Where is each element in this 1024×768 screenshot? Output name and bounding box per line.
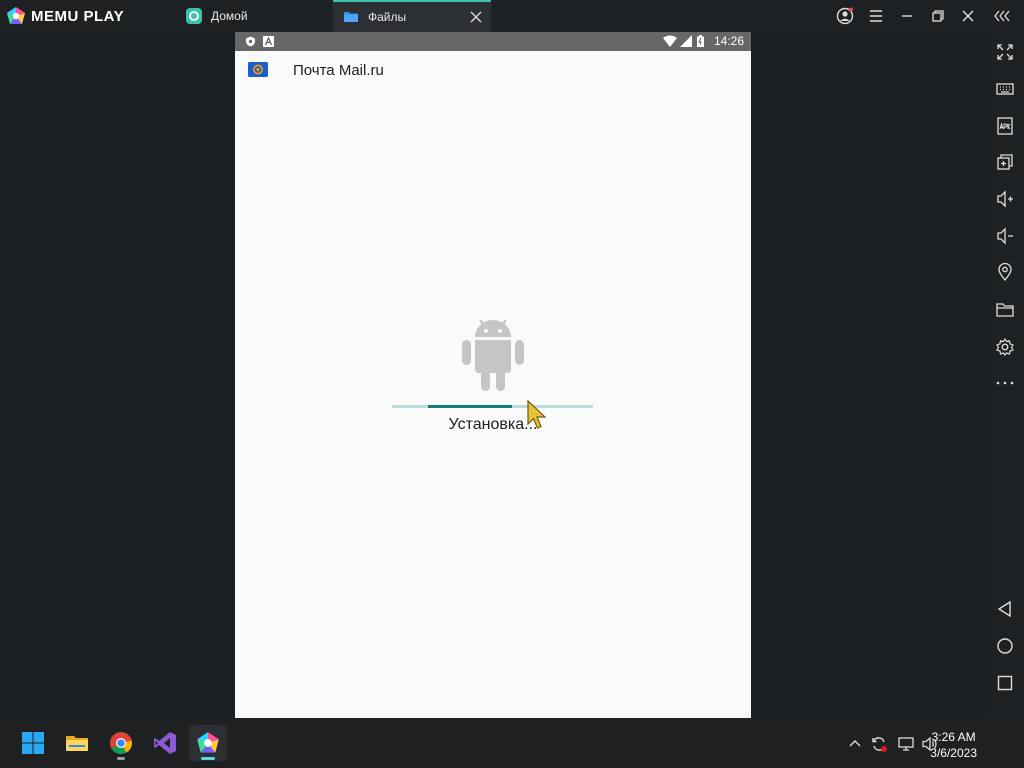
minimize-icon[interactable]	[898, 7, 916, 25]
shared-folder-icon[interactable]	[995, 300, 1015, 320]
taskbar-file-explorer[interactable]	[58, 725, 96, 761]
mouse-cursor-icon	[527, 400, 547, 429]
brand-name: MEMU PLAY	[31, 7, 125, 25]
tab-files[interactable]: Файлы	[333, 0, 491, 32]
chrome-icon	[110, 732, 133, 754]
taskbar-memu-play[interactable]	[189, 725, 227, 761]
title-bar: MEMU PLAY Домой Файлы	[0, 0, 1024, 32]
taskbar-chrome[interactable]	[102, 725, 140, 761]
menu-icon[interactable]	[867, 7, 885, 25]
keyboard-icon[interactable]	[995, 79, 1015, 99]
installer-header: Почта Mail.ru	[235, 51, 751, 89]
apk-install-icon[interactable]	[995, 116, 1015, 136]
notification-a-icon	[263, 36, 274, 47]
windows-taskbar: 3:26 AM 3/6/2023	[0, 718, 1024, 768]
back-icon[interactable]	[995, 599, 1015, 619]
tab-home-label: Домой	[211, 9, 248, 23]
android-status-bar: 14:26	[235, 32, 751, 51]
location-icon[interactable]	[995, 262, 1015, 282]
app-title: Почта Mail.ru	[293, 62, 384, 79]
emulator-toolbar	[985, 32, 1024, 718]
signal-icon	[680, 35, 692, 47]
tab-home[interactable]: Домой	[178, 0, 328, 32]
restore-icon[interactable]	[929, 7, 947, 25]
battery-icon	[697, 35, 704, 47]
home-icon[interactable]	[995, 636, 1015, 656]
install-status-text: Установка...	[448, 416, 538, 433]
folder-icon	[344, 12, 358, 22]
android-screen[interactable]: 14:26 Почта Mail.ru Установка...	[235, 32, 751, 718]
visual-studio-icon	[154, 732, 176, 754]
running-indicator	[117, 757, 125, 760]
clock-date: 3/6/2023	[930, 746, 977, 760]
status-time: 14:26	[713, 34, 744, 48]
settings-icon[interactable]	[995, 337, 1015, 357]
mail-ru-app-icon	[248, 62, 268, 77]
windows-logo-icon	[22, 732, 44, 754]
app-logo: MEMU PLAY	[6, 6, 124, 26]
install-progress-bar	[392, 405, 593, 408]
home-app-icon	[186, 8, 202, 24]
tab-files-label: Файлы	[368, 10, 407, 24]
show-hidden-icons-icon[interactable]	[846, 735, 864, 753]
clock-time: 3:26 AM	[931, 730, 976, 744]
wifi-icon	[663, 35, 677, 47]
start-button[interactable]	[14, 725, 52, 761]
multi-instance-icon[interactable]	[995, 152, 1015, 172]
emulator-window: MEMU PLAY Домой Файлы 14:26 Почта Mail.r…	[0, 0, 1024, 768]
sync-icon[interactable]	[870, 735, 888, 753]
fullscreen-icon[interactable]	[995, 42, 1015, 62]
volume-down-icon[interactable]	[995, 226, 1015, 246]
tab-close-icon[interactable]	[469, 10, 483, 24]
taskbar-visual-studio[interactable]	[146, 725, 184, 761]
close-icon[interactable]	[959, 7, 977, 25]
volume-up-icon[interactable]	[995, 189, 1015, 209]
android-robot-icon	[462, 319, 524, 391]
memu-play-icon	[197, 732, 219, 753]
active-indicator	[201, 757, 215, 760]
network-icon[interactable]	[897, 735, 915, 753]
collapse-sidebar-icon[interactable]	[993, 7, 1011, 25]
taskbar-clock[interactable]: 3:26 AM 3/6/2023	[930, 729, 977, 761]
more-options-icon[interactable]	[995, 373, 1015, 393]
recent-apps-icon[interactable]	[995, 673, 1015, 693]
install-progress-fill	[428, 405, 512, 408]
account-icon[interactable]	[836, 7, 854, 25]
memu-logo-icon	[7, 7, 25, 24]
file-explorer-icon	[66, 736, 88, 751]
shield-icon	[246, 36, 255, 47]
